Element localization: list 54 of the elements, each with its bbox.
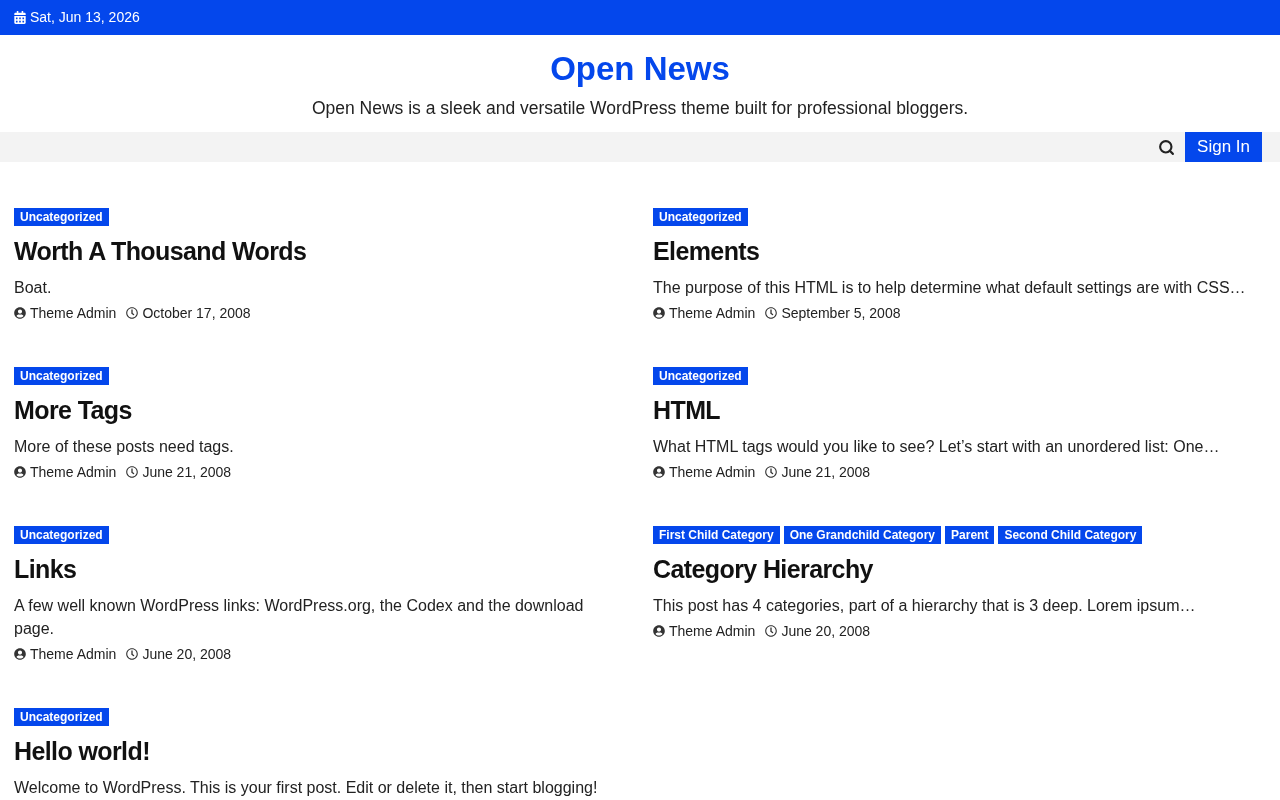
- post-author[interactable]: Theme Admin: [669, 463, 756, 481]
- category-tag[interactable]: Uncategorized: [14, 367, 109, 385]
- category-tag[interactable]: One Grandchild Category: [783, 526, 942, 544]
- user-icon: [14, 307, 26, 319]
- post-date[interactable]: June 20, 2008: [142, 645, 232, 663]
- post-date[interactable]: June 20, 2008: [781, 622, 871, 640]
- post-title[interactable]: Links: [14, 552, 77, 586]
- clock-icon: [126, 466, 139, 478]
- clock-icon: [765, 625, 778, 637]
- user-icon: [653, 466, 665, 478]
- post-author[interactable]: Theme Admin: [30, 645, 117, 663]
- sign-in-button[interactable]: Sign In: [1185, 132, 1262, 162]
- post-title[interactable]: Elements: [653, 234, 760, 268]
- post-excerpt: The purpose of this HTML is to help determine what default settings are with CSS…: [653, 278, 1247, 298]
- post-title[interactable]: More Tags: [14, 393, 132, 427]
- user-icon: [653, 625, 665, 637]
- category-tag[interactable]: Uncategorized: [653, 367, 748, 385]
- post-title[interactable]: Worth A Thousand Words: [14, 234, 307, 268]
- post-excerpt: Boat.: [14, 278, 53, 298]
- category-tag[interactable]: Uncategorized: [653, 208, 748, 226]
- category-tag[interactable]: Parent: [945, 526, 995, 544]
- post-date[interactable]: October 17, 2008: [142, 304, 251, 322]
- user-icon: [14, 648, 26, 660]
- post-excerpt: What HTML tags would you like to see? Let’s start with an unordered list: One…: [653, 437, 1221, 457]
- post-excerpt: Welcome to WordPress. This is your first post. Edit or delete it, then start blogging!: [14, 778, 599, 798]
- category-tag[interactable]: Second Child Category: [998, 526, 1143, 544]
- calendar-icon: [14, 11, 26, 24]
- post-date[interactable]: June 21, 2008: [781, 463, 871, 481]
- site-tagline: Open News is a sleek and versatile WordPress theme built for professional bloggers.: [311, 97, 969, 120]
- search-icon[interactable]: [1158, 138, 1176, 156]
- post-author[interactable]: Theme Admin: [30, 304, 117, 322]
- category-tag[interactable]: Uncategorized: [14, 208, 109, 226]
- clock-icon: [126, 307, 139, 319]
- current-date: Sat, Jun 13, 2026: [30, 8, 140, 27]
- category-tag[interactable]: First Child Category: [653, 526, 780, 544]
- category-tag[interactable]: Uncategorized: [14, 526, 109, 544]
- post-excerpt: A few well known WordPress links: WordPress.org, the Codex and the download page.: [14, 596, 585, 639]
- post-author[interactable]: Theme Admin: [30, 463, 117, 481]
- post-excerpt: More of these posts need tags.: [14, 437, 235, 457]
- user-icon: [653, 307, 665, 319]
- post-title[interactable]: Category Hierarchy: [653, 552, 873, 586]
- post-date[interactable]: June 21, 2008: [142, 463, 232, 481]
- post-title[interactable]: HTML: [653, 393, 721, 427]
- category-tag[interactable]: Uncategorized: [14, 708, 109, 726]
- site-title[interactable]: Open News: [550, 49, 730, 89]
- clock-icon: [126, 648, 139, 660]
- post-author[interactable]: Theme Admin: [669, 304, 756, 322]
- clock-icon: [765, 307, 778, 319]
- clock-icon: [765, 466, 778, 478]
- post-excerpt: This post has 4 categories, part of a hierarchy that is 3 deep. Lorem ipsum…: [653, 596, 1197, 616]
- post-author[interactable]: Theme Admin: [669, 622, 756, 640]
- user-icon: [14, 466, 26, 478]
- post-title[interactable]: Hello world!: [14, 734, 150, 768]
- post-date[interactable]: September 5, 2008: [781, 304, 901, 322]
